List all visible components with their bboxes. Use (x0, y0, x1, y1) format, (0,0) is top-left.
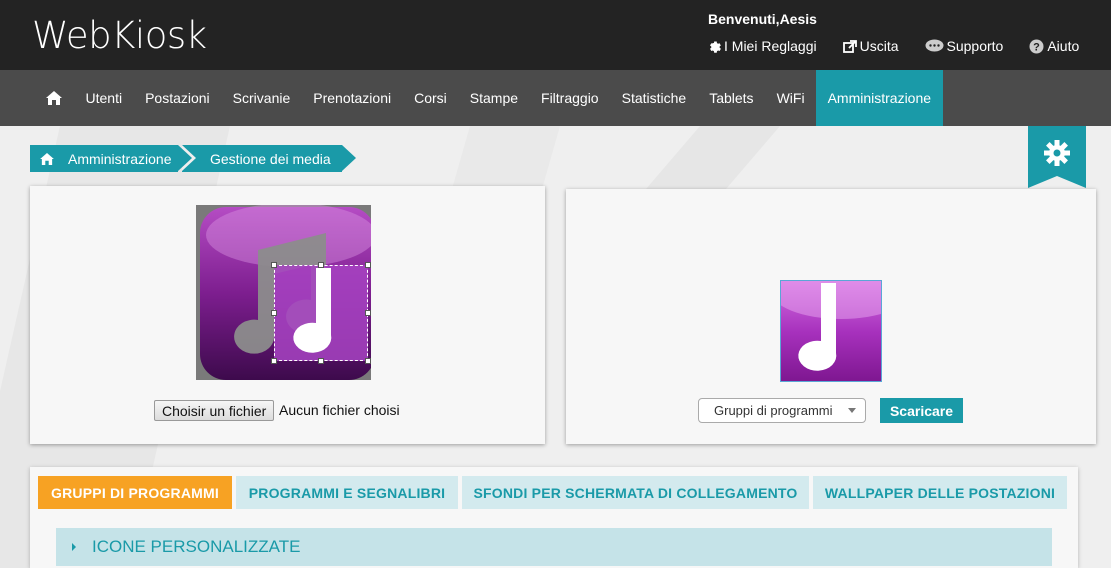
nav-item-statistiche[interactable]: Statistiche (610, 70, 698, 126)
download-button[interactable]: Scaricare (880, 398, 963, 423)
tab-programmi-e-segnalibri[interactable]: PROGRAMMI E SEGNALIBRI (236, 476, 458, 509)
nav-item-tablets[interactable]: Tablets (698, 70, 765, 126)
nav-item-postazioni[interactable]: Postazioni (134, 70, 222, 126)
file-status-text: Aucun fichier choisi (279, 402, 400, 418)
icon-preview (780, 280, 882, 382)
crop-handle[interactable] (318, 358, 324, 364)
header-links: I Miei Reglaggi Uscita Supporto ? Aiuto (707, 38, 1105, 54)
support-link[interactable]: Supporto (925, 38, 1004, 54)
gear-icon (710, 41, 721, 53)
tab-wallpaper-postazioni[interactable]: WALLPAPER DELLE POSTAZIONI (813, 476, 1067, 509)
help-link[interactable]: ? Aiuto (1029, 38, 1079, 54)
crop-handle[interactable] (271, 310, 277, 316)
home-icon (46, 91, 62, 105)
crop-handle[interactable] (318, 262, 324, 268)
tab-sfondi-schermata-collegamento[interactable]: SFONDI PER SCHERMATA DI COLLEGAMENTO (462, 476, 809, 509)
chat-bubble-icon (925, 39, 944, 52)
question-circle-icon: ? (1029, 39, 1044, 53)
category-select-value: Gruppi di programmi (714, 403, 833, 418)
my-settings-link[interactable]: I Miei Reglaggi (707, 38, 817, 54)
tab-bar: GRUPPI DI PROGRAMMI PROGRAMMI E SEGNALIB… (38, 476, 1071, 509)
nav-item-utenti[interactable]: Utenti (74, 70, 134, 126)
main-nav: Utenti Postazioni Scrivanie Prenotazioni… (0, 70, 1111, 126)
nav-item-amministrazione[interactable]: Amministrazione (816, 70, 943, 126)
nav-item-scrivanie[interactable]: Scrivanie (221, 70, 302, 126)
crop-handle[interactable] (271, 262, 277, 268)
preview-panel: Gruppi di programmi Scaricare (566, 189, 1096, 444)
accordion-custom-icons[interactable]: ICONE PERSONALIZZATE (56, 528, 1052, 566)
breadcrumb-separator (178, 145, 192, 171)
welcome-text: Benvenuti,Aesis (708, 11, 817, 27)
breadcrumb-label: Amministrazione (68, 150, 172, 167)
help-label: Aiuto (1047, 38, 1080, 54)
nav-item-filtraggio[interactable]: Filtraggio (530, 70, 611, 126)
crop-handle[interactable] (365, 310, 371, 316)
external-link-icon (842, 39, 857, 53)
settings-ribbon[interactable] (1028, 126, 1086, 188)
category-select[interactable]: Gruppi di programmi (698, 398, 866, 423)
image-editor-panel: Choisir un fichier Aucun fichier choisi (30, 186, 545, 444)
top-header: WebKiosk Benvenuti,Aesis I Miei Reglaggi… (0, 0, 1111, 70)
accordion-label: ICONE PERSONALIZZATE (92, 537, 301, 556)
chevron-down-icon (848, 408, 856, 413)
nav-item-stampe[interactable]: Stampe (458, 70, 529, 126)
breadcrumb: Amministrazione Gestione dei media (30, 145, 356, 172)
tab-gruppi-di-programmi[interactable]: GRUPPI DI PROGRAMMI (38, 476, 232, 509)
support-label: Supporto (946, 38, 1004, 54)
choose-file-button[interactable]: Choisir un fichier (154, 400, 275, 421)
crop-selection[interactable] (271, 262, 371, 364)
breadcrumb-end (342, 145, 356, 171)
media-tabs-panel: GRUPPI DI PROGRAMMI PROGRAMMI E SEGNALIB… (30, 467, 1078, 568)
gear-icon (1044, 140, 1070, 166)
breadcrumb-label: Gestione dei media (210, 150, 331, 167)
logout-link[interactable]: Uscita (842, 38, 899, 54)
breadcrumb-item-amministrazione[interactable]: Amministrazione (30, 145, 192, 172)
crop-canvas[interactable] (196, 205, 371, 380)
logout-label: Uscita (859, 38, 899, 54)
crop-handle[interactable] (365, 358, 371, 364)
crop-handle[interactable] (271, 358, 277, 364)
nav-item-wifi[interactable]: WiFi (765, 70, 816, 126)
nav-item-corsi[interactable]: Corsi (403, 70, 459, 126)
caret-right-icon (72, 543, 76, 551)
breadcrumb-item-media[interactable]: Gestione dei media (182, 145, 356, 172)
nav-item-prenotazioni[interactable]: Prenotazioni (302, 70, 403, 126)
home-icon (40, 152, 54, 165)
app-logo[interactable]: WebKiosk (32, 14, 207, 57)
nav-home[interactable] (34, 70, 74, 126)
my-settings-label: I Miei Reglaggi (724, 38, 817, 54)
crop-handle[interactable] (365, 262, 371, 268)
svg-text:?: ? (1033, 41, 1040, 53)
